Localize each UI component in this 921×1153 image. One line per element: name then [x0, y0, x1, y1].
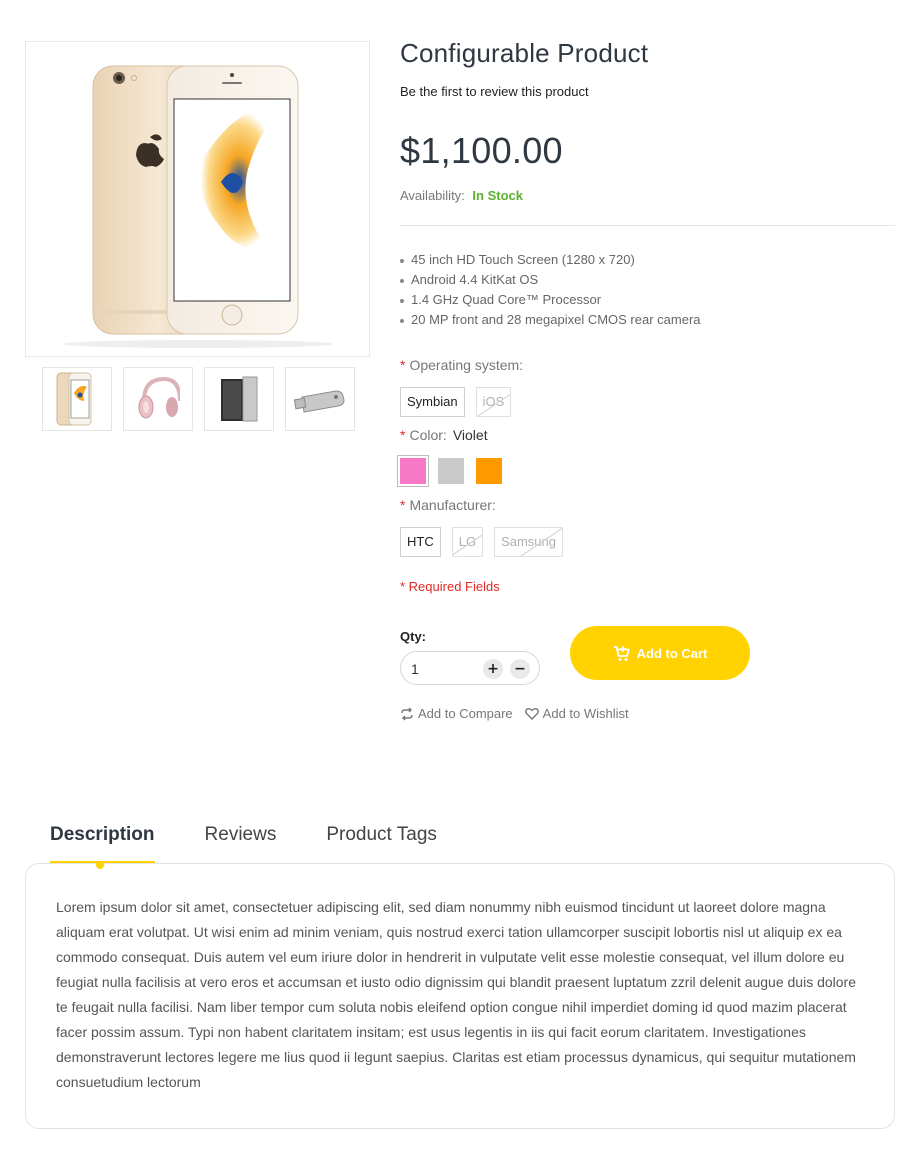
manufacturer-option-label: * Manufacturer: — [400, 497, 496, 513]
product-actions: Add to Compare Add to Wishlist — [400, 706, 629, 721]
description-text: Lorem ipsum dolor sit amet, consectetuer… — [56, 899, 857, 1090]
selected-color-value: Violet — [452, 427, 488, 443]
add-to-wishlist-label: Add to Wishlist — [542, 706, 629, 721]
os-swatches: Symbian iOS — [400, 387, 512, 417]
thumbnail-strip — [42, 367, 355, 431]
qty-label: Qty: — [400, 629, 426, 644]
add-to-compare-link[interactable]: Add to Compare — [400, 706, 513, 721]
manufacturer-option-lg[interactable]: LG — [451, 527, 484, 557]
color-swatch-orange[interactable] — [476, 458, 502, 484]
required-fields-note: * Required Fields — [400, 579, 500, 594]
add-to-wishlist-link[interactable]: Add to Wishlist — [524, 706, 629, 721]
usb-drive-thumbnail-icon — [293, 390, 345, 413]
manufacturer-label-text: Manufacturer: — [409, 497, 496, 513]
os-option-ios[interactable]: iOS — [475, 387, 512, 417]
speaker-thumbnail-icon — [221, 376, 258, 422]
color-swatches — [397, 455, 502, 487]
divider — [400, 225, 895, 226]
description-panel: Lorem ipsum dolor sit amet, consectetuer… — [25, 863, 895, 1129]
color-swatch-pink[interactable] — [397, 455, 429, 487]
product-title: Configurable Product — [400, 38, 649, 68]
os-option-symbian[interactable]: Symbian — [400, 387, 465, 417]
phone-thumbnail-icon — [56, 372, 92, 426]
manufacturer-option-htc[interactable]: HTC — [400, 527, 441, 557]
thumbnail-usb-drive[interactable] — [285, 367, 355, 431]
feature-item: 20 MP front and 28 megapixel CMOS rear c… — [400, 310, 701, 330]
tab-product-tags[interactable]: Product Tags — [326, 824, 437, 864]
add-to-compare-label: Add to Compare — [418, 706, 513, 721]
required-asterisk: * — [400, 427, 406, 443]
required-asterisk: * — [400, 497, 406, 513]
gold-smartphone-image — [63, 65, 333, 348]
manufacturer-option-samsung[interactable]: Samsung — [494, 527, 563, 557]
active-tab-indicator — [96, 861, 104, 869]
product-price: $1,100.00 — [400, 130, 563, 171]
tab-description[interactable]: Description — [50, 824, 155, 864]
availability: Availability: In Stock — [400, 188, 523, 203]
qty-decrease-button[interactable]: − — [510, 659, 530, 679]
product-tabs: Description Reviews Product Tags — [50, 824, 487, 864]
color-label-text: Color: — [409, 427, 447, 443]
required-asterisk: * — [400, 357, 406, 373]
color-swatch-gray[interactable] — [438, 458, 464, 484]
thumbnail-speaker[interactable] — [204, 367, 274, 431]
os-label-text: Operating system: — [409, 357, 524, 373]
add-to-cart-label: Add to Cart — [636, 645, 708, 661]
compare-arrows-icon — [401, 707, 413, 720]
thumbnail-headphones[interactable] — [123, 367, 193, 431]
feature-item: Android 4.4 KitKat OS — [400, 270, 701, 290]
os-option-label: * Operating system: — [400, 357, 523, 373]
stock-status: In Stock — [472, 188, 523, 203]
cart-plus-icon — [613, 645, 630, 661]
feature-list: 45 inch HD Touch Screen (1280 x 720) And… — [400, 250, 701, 330]
headphones-thumbnail-icon — [138, 376, 180, 419]
thumbnail-phone[interactable] — [42, 367, 112, 431]
availability-label: Availability: — [400, 188, 465, 203]
first-review-link[interactable]: Be the first to review this product — [400, 84, 589, 99]
heart-icon — [524, 707, 539, 720]
qty-input[interactable] — [411, 659, 471, 679]
product-main-image[interactable] — [25, 41, 370, 357]
add-to-cart-button[interactable]: Add to Cart — [570, 626, 750, 680]
qty-increase-button[interactable]: + — [483, 659, 503, 679]
color-option-label: * Color: Violet — [400, 427, 488, 443]
tab-reviews[interactable]: Reviews — [205, 824, 277, 864]
feature-item: 1.4 GHz Quad Core™ Processor — [400, 290, 701, 310]
quantity-stepper: + − — [400, 651, 540, 685]
feature-item: 45 inch HD Touch Screen (1280 x 720) — [400, 250, 701, 270]
manufacturer-swatches: HTC LG Samsung — [400, 527, 563, 557]
